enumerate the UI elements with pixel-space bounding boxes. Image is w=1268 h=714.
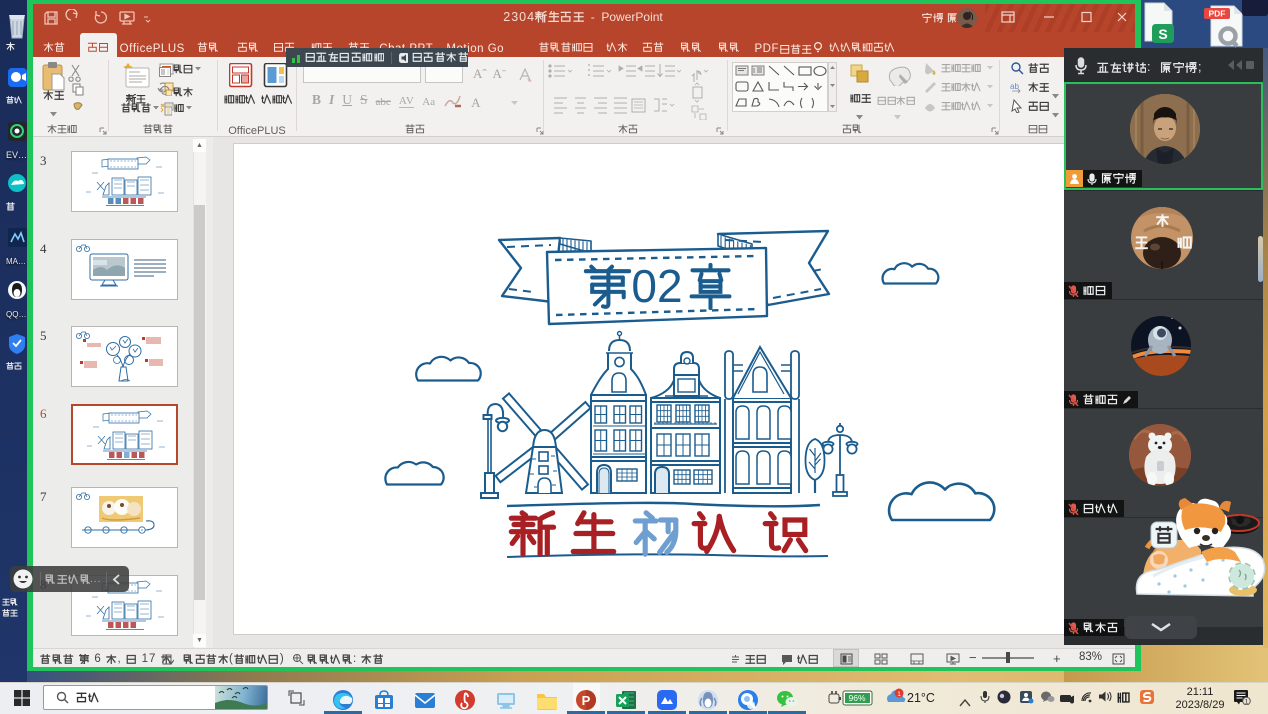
svg-text:S: S: [1158, 26, 1167, 42]
svg-text:PDF: PDF: [1209, 9, 1226, 19]
svg-text:P: P: [582, 693, 591, 708]
svg-text:02: 02: [631, 260, 682, 312]
svg-text:1: 1: [897, 691, 901, 698]
svg-text:1: 1: [1245, 699, 1249, 706]
svg-text:96%: 96%: [848, 693, 865, 703]
svg-text:ab: ab: [1010, 82, 1019, 91]
